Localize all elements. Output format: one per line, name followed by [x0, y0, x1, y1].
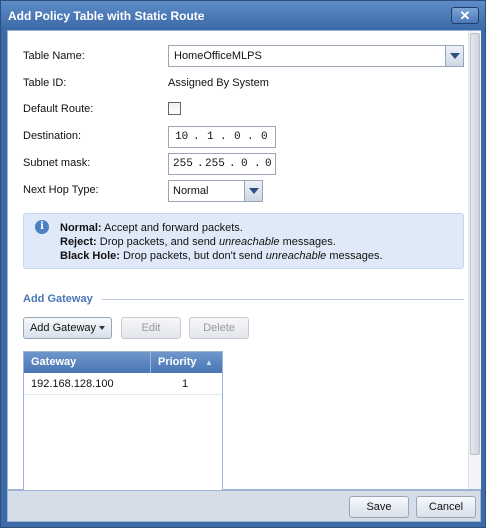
chevron-down-icon — [249, 188, 259, 194]
table-name-value: HomeOfficeMLPS — [174, 50, 262, 62]
table-name-combobox[interactable]: HomeOfficeMLPS — [168, 45, 464, 67]
close-icon: ✕ — [459, 8, 471, 23]
subnet-mask-label: Subnet mask: — [23, 157, 91, 169]
column-header-gateway[interactable]: Gateway — [31, 356, 76, 368]
chevron-down-icon — [450, 53, 460, 59]
caret-down-icon — [99, 326, 106, 331]
destination-octet-2: 1 — [207, 131, 214, 143]
scrollbar-thumb[interactable] — [470, 33, 480, 455]
info-black-hole-text: Drop packets, but don't send — [119, 250, 266, 262]
gateway-table-header: Gateway Priority ▲ — [24, 352, 222, 373]
ip-dot: . — [220, 131, 227, 143]
vertical-scrollbar[interactable] — [468, 31, 481, 489]
subnet-mask-input[interactable]: 255 . 255 . 0 . 0 — [168, 153, 276, 175]
next-hop-type-label: Next Hop Type: — [23, 184, 99, 196]
destination-octet-1: 10 — [175, 131, 189, 143]
close-button[interactable]: ✕ — [451, 7, 479, 24]
info-normal-term: Normal: — [60, 222, 102, 234]
info-reject-tail: messages. — [279, 236, 336, 248]
default-route-checkbox[interactable] — [168, 102, 181, 115]
add-gateway-button-label: Add Gateway — [29, 322, 97, 334]
add-gateway-button[interactable]: Add Gateway — [23, 317, 112, 339]
default-route-label: Default Route: — [23, 103, 94, 115]
dialog-footer: Save Cancel — [7, 490, 481, 522]
delete-button[interactable]: Delete — [189, 317, 249, 339]
info-black-hole-tail: messages. — [326, 250, 383, 262]
info-reject-term: Reject: — [60, 236, 97, 248]
dialog-titlebar[interactable]: Add Policy Table with Static Route ✕ — [1, 1, 485, 29]
table-id-value: Assigned By System — [168, 77, 269, 89]
destination-octet-3: 0 — [234, 131, 241, 143]
table-row[interactable]: 192.168.128.100 1 — [24, 373, 222, 395]
dialog-body: Table Name: HomeOfficeMLPS Table ID: Ass… — [7, 30, 481, 491]
next-hop-info-panel: i Normal: Accept and forward packets. Re… — [23, 213, 464, 269]
destination-label: Destination: — [23, 130, 82, 142]
info-icon: i — [35, 220, 49, 234]
save-button[interactable]: Save — [349, 496, 409, 518]
next-hop-type-value: Normal — [173, 185, 209, 197]
info-black-hole-line: Black Hole: Drop packets, but don't send… — [60, 250, 383, 262]
ip-dot: . — [254, 158, 261, 170]
info-black-hole-em: unreachable — [265, 250, 327, 262]
sort-ascending-icon: ▲ — [205, 358, 213, 367]
table-id-label: Table ID: — [23, 77, 67, 89]
table-name-dropdown-button[interactable] — [445, 46, 463, 66]
ip-dot: . — [197, 158, 204, 170]
table-name-label: Table Name: — [23, 50, 85, 62]
priority-cell: 1 — [182, 378, 189, 390]
subnet-octet-1: 255 — [173, 158, 193, 170]
next-hop-type-select[interactable]: Normal — [168, 180, 263, 202]
info-reject-em: unreachable — [218, 236, 280, 248]
info-reject-text: Drop packets, and send — [96, 236, 219, 248]
info-normal-line: Normal: Accept and forward packets. — [60, 222, 243, 234]
dialog-title: Add Policy Table with Static Route — [8, 9, 205, 23]
destination-ip-input[interactable]: 10 . 1 . 0 . 0 — [168, 126, 276, 148]
column-header-priority[interactable]: Priority — [158, 356, 197, 368]
next-hop-type-dropdown-button[interactable] — [244, 181, 262, 201]
ip-dot: . — [193, 131, 200, 143]
add-gateway-section-title: Add Gateway — [23, 293, 93, 305]
subnet-octet-4: 0 — [265, 158, 272, 170]
info-normal-text: Accept and forward packets. — [101, 222, 243, 234]
column-divider — [150, 352, 151, 373]
ip-dot: . — [247, 131, 254, 143]
destination-octet-4: 0 — [261, 131, 268, 143]
ip-dot: . — [229, 158, 236, 170]
info-black-hole-term: Black Hole: — [60, 250, 120, 262]
info-reject-line: Reject: Drop packets, and send unreachab… — [60, 236, 336, 248]
subnet-octet-2: 255 — [205, 158, 225, 170]
cancel-button[interactable]: Cancel — [416, 496, 476, 518]
section-divider — [102, 299, 464, 300]
gateway-cell: 192.168.128.100 — [31, 378, 114, 390]
gateway-table: Gateway Priority ▲ 192.168.128.100 1 — [23, 351, 223, 491]
subnet-octet-3: 0 — [241, 158, 248, 170]
add-policy-table-dialog: Add Policy Table with Static Route ✕ Tab… — [0, 0, 486, 528]
edit-button[interactable]: Edit — [121, 317, 181, 339]
